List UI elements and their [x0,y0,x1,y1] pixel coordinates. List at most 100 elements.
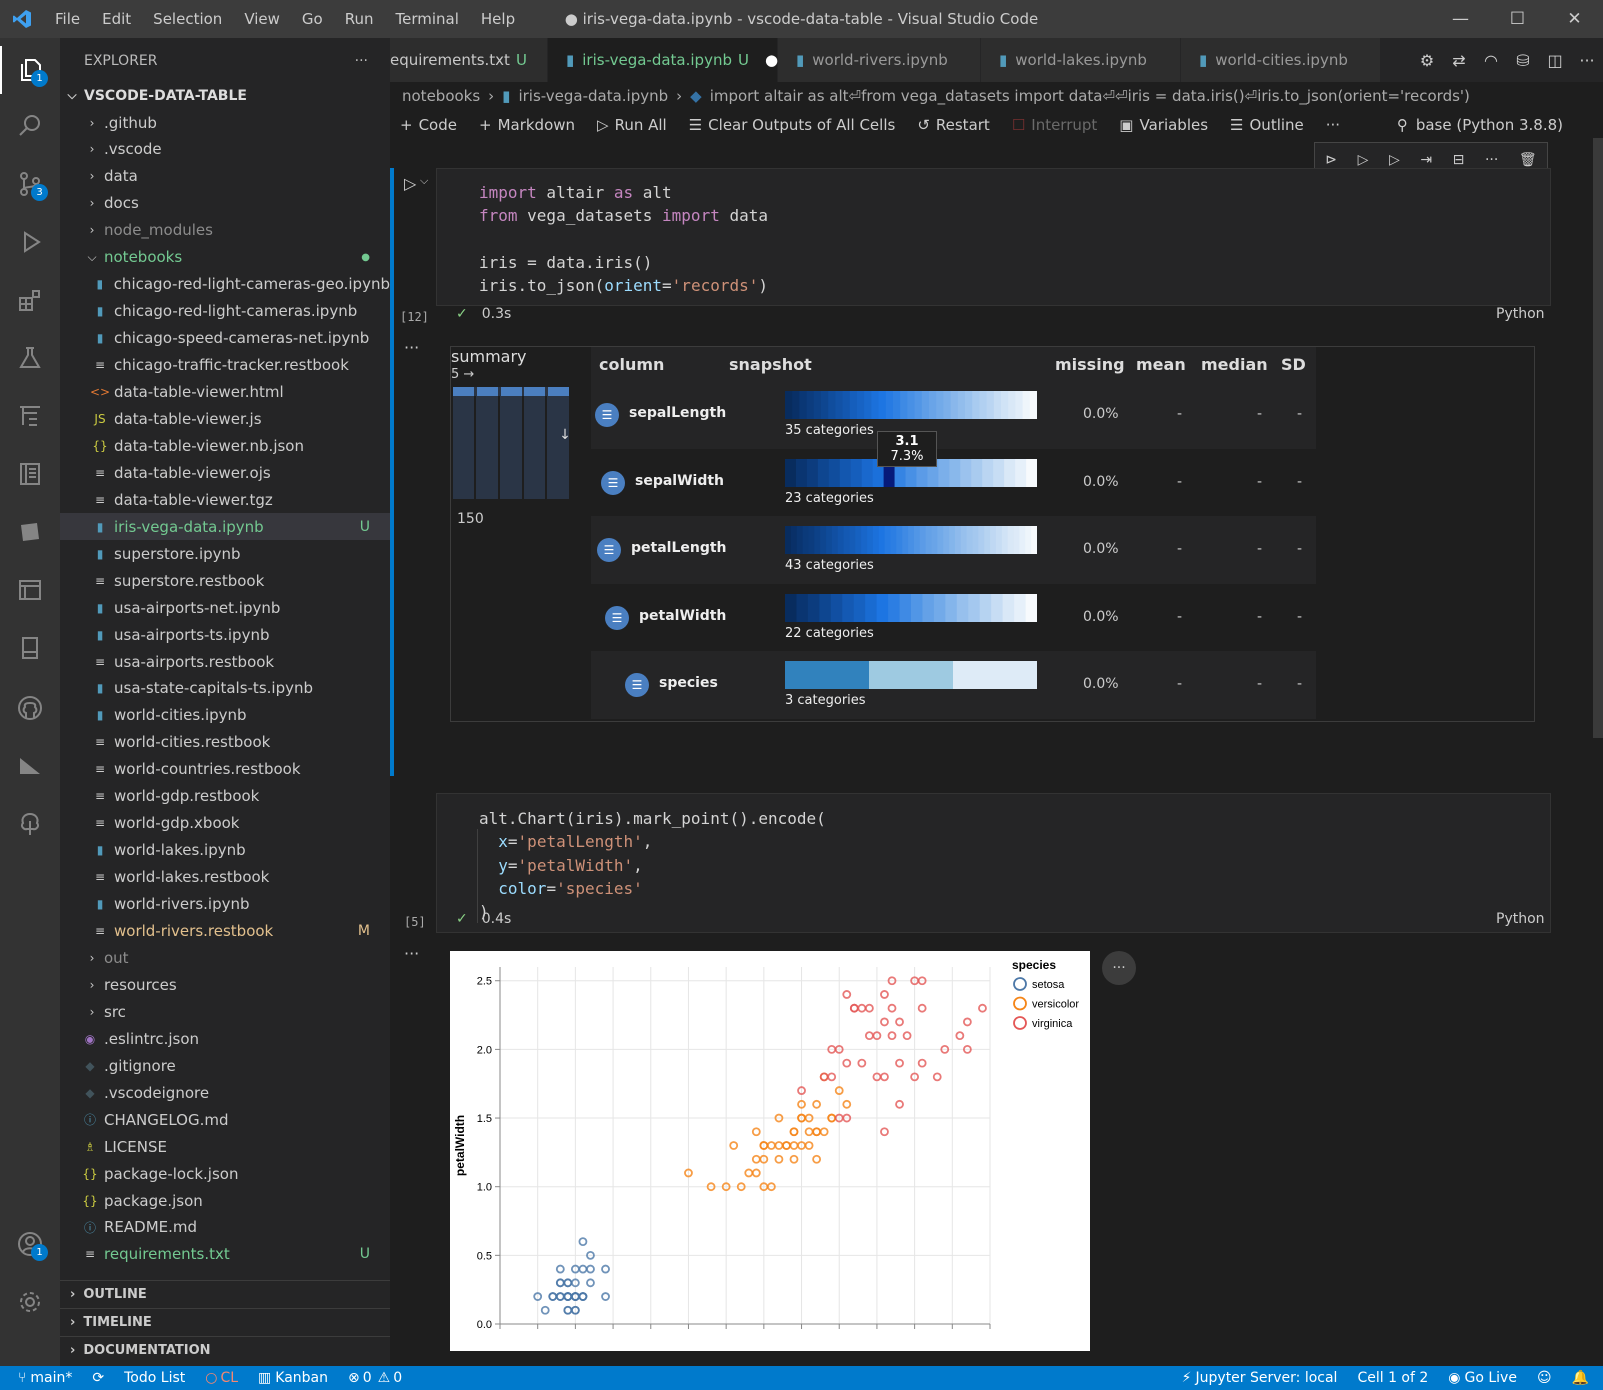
bell-icon[interactable]: 🔔 [1572,1370,1589,1386]
window-panel-icon[interactable] [0,566,60,614]
dirty-indicator-icon[interactable]: ● [765,51,778,69]
gear-icon[interactable] [0,1278,60,1326]
notebook-icon[interactable] [0,450,60,498]
kanban-status[interactable]: ▥ Kanban [258,1370,328,1386]
tablet-icon[interactable] [0,624,60,672]
menu-help[interactable]: Help [470,10,526,28]
file-data-table-viewer-tgz[interactable]: ≡ data-table-viewer.tgz [60,486,390,513]
file-chicago-speed-cameras-net-ipynb[interactable]: ▮ chicago-speed-cameras-net.ipynb [60,325,390,352]
clear-outputs-button[interactable]: ☰ Clear Outputs of All Cells [689,116,896,134]
folder-notebooks[interactable]: ⌵ notebooks ● [60,244,390,271]
tab-world-lakes[interactable]: ▮ world-lakes.ipynb [981,38,1181,82]
account-icon[interactable]: 1 [0,1220,60,1268]
header-mean[interactable]: mean [1136,355,1186,374]
database-icon[interactable]: ⛁ [1507,51,1539,70]
cell-position-status[interactable]: Cell 1 of 2 [1357,1370,1428,1386]
sync-icon[interactable]: ⟳ [92,1370,104,1386]
extensions-icon[interactable] [0,276,60,324]
remote-explorer-icon[interactable] [0,392,60,440]
file-data-table-viewer-html[interactable]: <> data-table-viewer.html [60,379,390,406]
chevron-down-icon[interactable]: ⌵ [420,174,428,188]
menu-terminal[interactable]: Terminal [385,10,470,28]
file-world-gdp-restbook[interactable]: ≡ world-gdp.restbook [60,783,390,810]
file-world-countries-restbook[interactable]: ≡ world-countries.restbook [60,756,390,783]
outline-button[interactable]: ☰ Outline [1230,116,1304,134]
header-snapshot[interactable]: snapshot [729,355,812,374]
variables-button[interactable]: ▣ Variables [1119,116,1208,134]
file-superstore-ipynb[interactable]: ▮ superstore.ipynb [60,540,390,567]
book-icon[interactable] [0,508,60,556]
explorer-root[interactable]: ⌵ VSCODE-DATA-TABLE [60,82,390,109]
table-row[interactable]: ☰ sepalLength 35 categories 0.0% - - - [591,381,1316,449]
file-vscodeignore[interactable]: ◆ .vscodeignore [60,1079,390,1106]
interrupt-button[interactable]: ☐ Interrupt [1012,116,1097,134]
breadcrumb-cell[interactable]: import altair as alt⏎from vega_datasets … [710,87,1470,105]
menu-edit[interactable]: Edit [91,10,142,28]
tab-world-rivers[interactable]: ▮ world-rivers.ipynb [778,38,981,82]
file-world-cities-restbook[interactable]: ≡ world-cities.restbook [60,729,390,756]
file-world-rivers-ipynb[interactable]: ▮ world-rivers.ipynb [60,891,390,918]
branch-status[interactable]: ⑂ main* [18,1370,72,1386]
delete-cell-icon[interactable]: 🗑 [1519,152,1537,168]
live-share-icon[interactable] [0,742,60,790]
file-usa-airports-ts-ipynb[interactable]: ▮ usa-airports-ts.ipynb [60,621,390,648]
file-superstore-restbook[interactable]: ≡ superstore.restbook [60,567,390,594]
maximize-icon[interactable]: ☐ [1489,0,1546,38]
file-eslintrc-json[interactable]: ◉ .eslintrc.json [60,1025,390,1052]
file-data-table-viewer-ojs[interactable]: ≡ data-table-viewer.ojs [60,459,390,486]
file-usa-state-capitals-ts-ipynb[interactable]: ▮ usa-state-capitals-ts.ipynb [60,675,390,702]
file-world-rivers-restbook[interactable]: ≡ world-rivers.restbook M [60,918,390,945]
file-requirements-txt[interactable]: ≡ requirements.txt U [60,1241,390,1268]
minimize-icon[interactable]: — [1432,0,1489,38]
file-changelog-md[interactable]: ⓘ CHANGELOG.md [60,1106,390,1133]
table-row[interactable]: ☰ petalLength 43 categories 0.0% - - - [591,516,1316,584]
file-world-lakes-ipynb[interactable]: ▮ world-lakes.ipynb [60,837,390,864]
search-icon[interactable] [0,102,60,150]
more-actions-icon[interactable]: ··· [355,53,368,69]
broadcast-icon[interactable]: ◠ [1475,51,1507,70]
more-cell-actions-icon[interactable]: ··· [1485,152,1498,168]
menu-file[interactable]: File [44,10,91,28]
kernel-picker[interactable]: ⚲ base (Python 3.8.8) [1397,110,1563,140]
problems-status[interactable]: ⊗ 0 ⚠ 0 [348,1370,402,1386]
github-icon[interactable] [0,684,60,732]
run-cell-and-below-icon[interactable]: ▷ [1358,152,1369,168]
todo-list-status[interactable]: Todo List [124,1370,185,1386]
section-documentation[interactable]: › DOCUMENTATION [60,1336,390,1364]
file-world-gdp-xbook[interactable]: ≡ world-gdp.xbook [60,810,390,837]
split-editor-icon[interactable]: ◫ [1539,51,1571,70]
menu-selection[interactable]: Selection [142,10,233,28]
chart-actions-icon[interactable]: ··· [1102,951,1136,985]
menu-view[interactable]: View [233,10,291,28]
file-data-table-viewer-nb-json[interactable]: {} data-table-viewer.nb.json [60,432,390,459]
file-readme-md[interactable]: ⓘ README.md [60,1214,390,1241]
cell-language[interactable]: Python [1496,306,1545,322]
file-usa-airports-restbook[interactable]: ≡ usa-airports.restbook [60,648,390,675]
compare-changes-icon[interactable]: ⇄ [1443,51,1475,70]
feedback-icon[interactable]: ☺ [1537,1370,1552,1386]
scrollbar-thumb[interactable] [1593,138,1603,738]
folder-github[interactable]: › .github [60,109,390,136]
file-data-table-viewer-js[interactable]: JS data-table-viewer.js [60,405,390,432]
more-actions-icon[interactable]: ··· [1571,51,1603,70]
source-control-icon[interactable]: 3 [0,160,60,208]
run-above-icon[interactable]: ⊳ [1325,152,1337,168]
file-gitignore[interactable]: ◆ .gitignore [60,1052,390,1079]
folder-vscode[interactable]: › .vscode [60,136,390,163]
jupyter-server-status[interactable]: ⚡ Jupyter Server: local [1182,1370,1338,1386]
go-live-status[interactable]: ◉ Go Live [1448,1370,1517,1386]
tab-requirements[interactable]: equirements.txt U [390,38,548,82]
restart-button[interactable]: ↺ Restart [917,116,990,134]
file-usa-airports-net-ipynb[interactable]: ▮ usa-airports-net.ipynb [60,594,390,621]
folder-docs[interactable]: › docs [60,190,390,217]
folder-data[interactable]: › data [60,163,390,190]
section-outline[interactable]: › OUTLINE [60,1280,390,1308]
snapshot-histogram[interactable] [785,593,1037,622]
file-chicago-traffic-tracker-restbook[interactable]: ≡ chicago-traffic-tracker.restbook [60,352,390,379]
settings-gear-icon[interactable]: ⚙ [1411,51,1443,70]
testing-icon[interactable] [0,334,60,382]
file-iris-vega-data-ipynb[interactable]: ▮ iris-vega-data.ipynb U [60,513,390,541]
output-more-icon[interactable]: ··· [404,944,419,963]
header-sd[interactable]: SD [1281,355,1306,374]
file-world-cities-ipynb[interactable]: ▮ world-cities.ipynb [60,702,390,729]
